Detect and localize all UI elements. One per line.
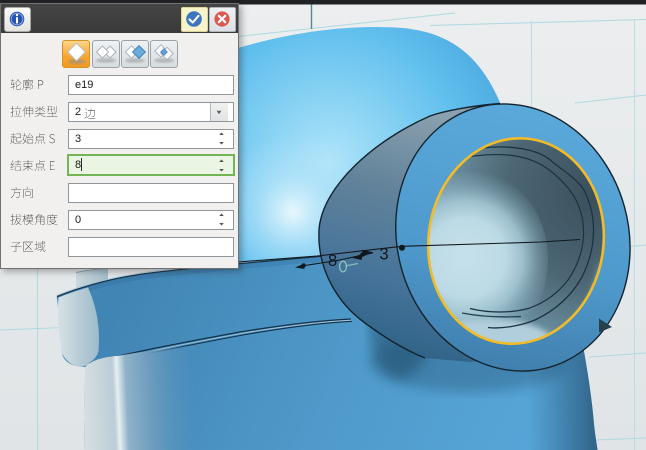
svg-text:8: 8 (328, 252, 337, 270)
svg-text:3: 3 (380, 246, 389, 264)
